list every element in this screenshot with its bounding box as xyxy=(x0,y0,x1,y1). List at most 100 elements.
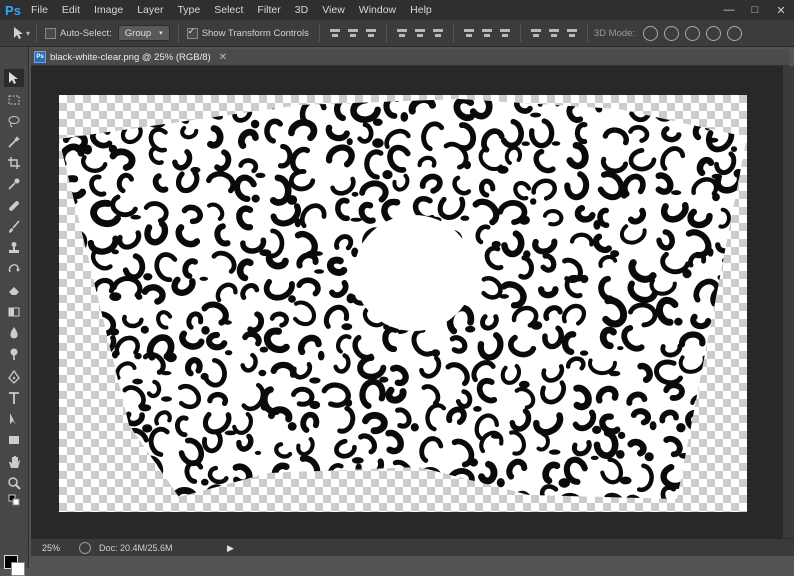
leopard-spot xyxy=(92,441,110,456)
align-right-icon[interactable] xyxy=(432,27,444,39)
leopard-spot xyxy=(59,382,76,393)
leopard-spot xyxy=(65,481,87,504)
auto-select-label: Auto-Select: xyxy=(60,28,112,39)
leopard-spot xyxy=(59,303,84,330)
path-selection-icon[interactable] xyxy=(4,410,24,428)
status-menu-arrow-icon[interactable]: ▶ xyxy=(227,543,234,554)
menu-file[interactable]: File xyxy=(24,0,55,20)
distribute-hcenter-icon[interactable] xyxy=(548,27,560,39)
leopard-dot xyxy=(731,146,737,152)
leopard-spot xyxy=(138,99,169,129)
menu-3d[interactable]: 3D xyxy=(288,0,315,20)
marquee-icon[interactable] xyxy=(4,91,24,109)
leopard-spot xyxy=(715,388,744,411)
leopard-dot xyxy=(309,401,320,409)
chevron-down-icon[interactable]: ▾ xyxy=(26,29,30,38)
menu-window[interactable]: Window xyxy=(352,0,403,20)
vertical-scrollbar[interactable] xyxy=(783,66,794,538)
crop-icon[interactable] xyxy=(4,154,24,172)
leopard-dot xyxy=(260,502,269,509)
leopard-dot xyxy=(255,173,265,178)
dodge-icon[interactable] xyxy=(4,345,24,363)
align-vcenter-icon[interactable] xyxy=(347,27,359,39)
gradient-icon[interactable] xyxy=(4,303,24,321)
3d-scale-icon[interactable] xyxy=(727,26,742,41)
magic-wand-icon[interactable] xyxy=(4,133,24,151)
type-icon[interactable] xyxy=(4,389,24,407)
menu-image[interactable]: Image xyxy=(87,0,130,20)
3d-slide-icon[interactable] xyxy=(706,26,721,41)
leopard-dot xyxy=(161,371,172,375)
status-info-icon[interactable] xyxy=(79,542,91,554)
menu-layer[interactable]: Layer xyxy=(130,0,170,20)
distribute-bottom-icon[interactable] xyxy=(499,27,511,39)
eraser-icon[interactable] xyxy=(4,281,24,299)
distribute-left-icon[interactable] xyxy=(530,27,542,39)
leopard-dot xyxy=(288,422,297,431)
leopard-dot xyxy=(731,478,740,485)
leopard-dot xyxy=(731,375,740,382)
rectangle-icon[interactable] xyxy=(4,431,24,449)
lasso-icon[interactable] xyxy=(4,112,24,130)
zoom-icon[interactable] xyxy=(4,474,24,492)
move-icon[interactable] xyxy=(4,69,24,87)
leopard-dot xyxy=(461,216,470,221)
zoom-level[interactable]: 25% xyxy=(31,543,71,553)
3d-roll-icon[interactable] xyxy=(664,26,679,41)
menu-help[interactable]: Help xyxy=(403,0,439,20)
photoshop-logo-icon[interactable]: Ps xyxy=(2,0,24,20)
group-dropdown[interactable]: Group ▾ xyxy=(118,25,170,41)
close-button[interactable]: ✕ xyxy=(768,0,794,20)
background-color-swatch[interactable] xyxy=(11,562,25,576)
leopard-dot xyxy=(431,349,440,356)
hand-icon[interactable] xyxy=(4,453,24,471)
leopard-dot xyxy=(252,195,260,203)
close-document-button[interactable]: ✕ xyxy=(219,52,227,63)
3d-orbit-icon[interactable] xyxy=(643,26,658,41)
leopard-spot xyxy=(66,338,82,349)
auto-select-checkbox[interactable] xyxy=(45,28,56,39)
history-brush-icon[interactable] xyxy=(4,260,24,278)
menu-edit[interactable]: Edit xyxy=(55,0,87,20)
align-left-icon[interactable] xyxy=(396,27,408,39)
align-hcenter-icon[interactable] xyxy=(414,27,426,39)
maximize-button[interactable]: □ xyxy=(742,0,768,20)
menu-select[interactable]: Select xyxy=(207,0,250,20)
leopard-spot xyxy=(59,409,85,436)
menu-view[interactable]: View xyxy=(315,0,352,20)
leopard-dot xyxy=(200,277,209,281)
leopard-dot xyxy=(134,353,141,360)
minimize-button[interactable]: — xyxy=(716,0,742,20)
brush-icon[interactable] xyxy=(4,218,24,236)
leopard-dot xyxy=(522,141,530,146)
default-colors-icon[interactable] xyxy=(4,494,24,506)
divider xyxy=(178,24,179,42)
document-tab[interactable]: Ps black-white-clear.png @ 25% (RGB/8) ✕ xyxy=(31,49,789,66)
3d-pan-icon[interactable] xyxy=(685,26,700,41)
show-transform-label: Show Transform Controls xyxy=(202,28,309,39)
chevron-down-icon: ▾ xyxy=(159,29,163,37)
leopard-dot xyxy=(703,428,713,438)
healing-brush-icon[interactable] xyxy=(4,197,24,215)
distribute-right-icon[interactable] xyxy=(566,27,578,39)
distribute-top-icon[interactable] xyxy=(463,27,475,39)
blur-icon[interactable] xyxy=(4,324,24,342)
clone-stamp-icon[interactable] xyxy=(4,239,24,257)
leopard-dot xyxy=(530,198,536,205)
leopard-dot xyxy=(318,351,325,361)
menu-bar: Ps File Edit Image Layer Type Select Fil… xyxy=(0,0,794,20)
leopard-spot xyxy=(205,486,227,512)
align-bottom-icon[interactable] xyxy=(365,27,377,39)
distribute-vcenter-icon[interactable] xyxy=(481,27,493,39)
leopard-dot xyxy=(401,112,409,122)
leopard-spot xyxy=(97,100,116,121)
eyedropper-icon[interactable] xyxy=(4,175,24,193)
leopard-spot xyxy=(691,434,713,459)
align-top-icon[interactable] xyxy=(329,27,341,39)
menu-filter[interactable]: Filter xyxy=(250,0,287,20)
document-canvas[interactable] xyxy=(59,95,747,512)
pen-icon[interactable] xyxy=(4,368,24,386)
leopard-dot xyxy=(225,350,232,355)
menu-type[interactable]: Type xyxy=(170,0,207,20)
show-transform-checkbox[interactable] xyxy=(187,28,198,39)
